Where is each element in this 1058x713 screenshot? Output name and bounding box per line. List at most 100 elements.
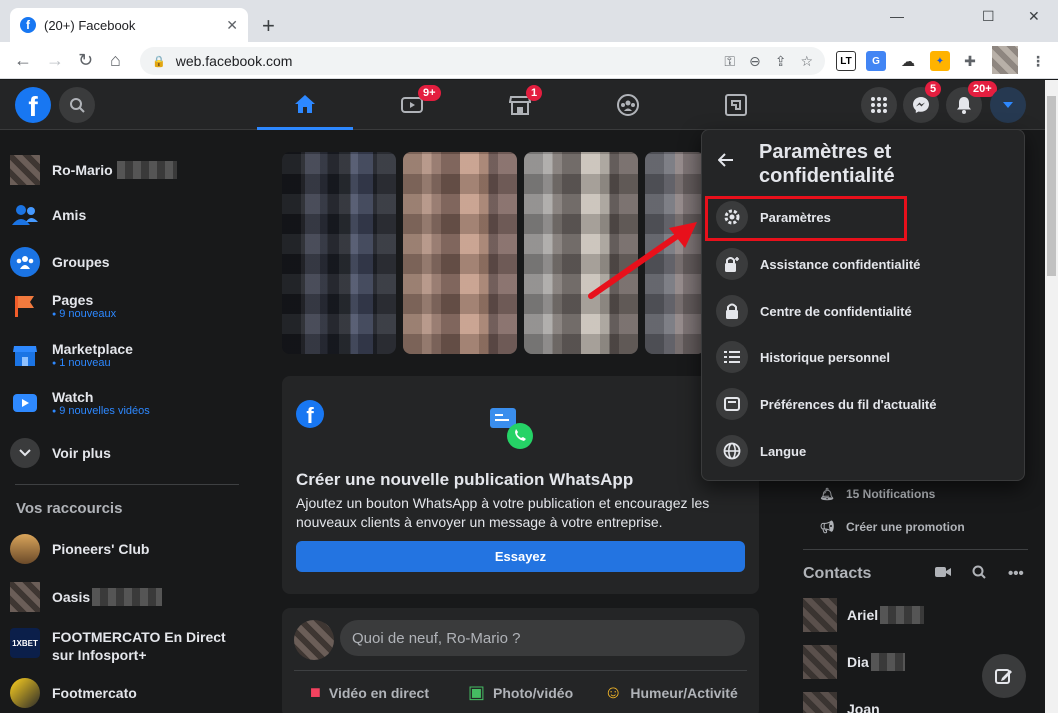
video-call-icon[interactable] (935, 565, 951, 582)
address-bar[interactable]: 🔒 web.facebook.com ⚿ ⊖ ⇪ ☆ (140, 47, 825, 75)
gaming-tab[interactable] (688, 80, 784, 130)
menu-label-privacy-checkup: Assistance confidentialité (760, 256, 921, 272)
maximize-button[interactable]: ☐ (982, 8, 995, 25)
sidebar-divider (15, 484, 239, 485)
avatar (803, 692, 837, 713)
colorful-extension-icon[interactable]: ✦ (930, 51, 950, 71)
avatar (10, 155, 40, 185)
facebook-logo-icon[interactable]: f (15, 87, 51, 123)
zoom-icon[interactable]: ⊖ (749, 53, 761, 70)
marketplace-tab[interactable]: 1 (472, 80, 568, 130)
menu-item-language[interactable]: Langue (716, 431, 1012, 471)
back-arrow-icon[interactable]: ← (14, 50, 32, 71)
menu-grid-icon[interactable] (861, 87, 897, 123)
photo-video-button[interactable]: ▣ Photo/vidéo (468, 682, 573, 703)
menu-item-feed-preferences[interactable]: Préférences du fil d'actualité (716, 384, 1012, 424)
menu-label-language: Langue (760, 443, 807, 459)
sidebar-sub-watch: 9 nouvelles vidéos (52, 405, 150, 417)
star-icon[interactable]: ☆ (800, 53, 813, 70)
lock-plus-icon (716, 248, 748, 280)
menu-label-privacy-center: Centre de confidentialité (760, 303, 912, 319)
messenger-icon[interactable]: 5 (903, 81, 942, 123)
sidebar-item-friends[interactable]: Amis (10, 200, 245, 230)
tab-close-icon[interactable]: ✕ (226, 17, 238, 34)
contact-item[interactable]: Dia (803, 645, 905, 679)
shortcut-item[interactable]: Oasis (10, 582, 245, 612)
facebook-logo-icon: f (296, 400, 324, 428)
notifications-count-label: 15 Notifications (846, 487, 936, 501)
shortcut-label: Footmercato (52, 685, 137, 701)
cloud-extension-icon[interactable]: ☁ (898, 51, 918, 71)
watch-tab[interactable]: 9+ (364, 80, 460, 130)
lock-icon (716, 295, 748, 327)
avatar (10, 678, 40, 708)
more-options-icon[interactable]: ••• (1008, 565, 1024, 582)
story-card[interactable] (403, 152, 517, 354)
new-message-edit-icon[interactable] (982, 654, 1026, 698)
story-card[interactable] (282, 152, 396, 354)
shortcut-label: FOOTMERCATO En Direct sur Infosport+ (52, 629, 226, 663)
sidebar-item-pages[interactable]: Pages 9 nouveaux (10, 291, 245, 321)
share-icon[interactable]: ⇪ (775, 53, 787, 70)
home-icon[interactable]: ⌂ (110, 50, 121, 71)
search-contacts-icon[interactable] (972, 565, 986, 583)
marketplace-badge: 1 (526, 85, 543, 101)
account-dropdown-icon[interactable] (990, 87, 1026, 123)
1xbet-logo-icon: 1XBET (10, 628, 40, 658)
try-button[interactable]: Essayez (296, 541, 745, 572)
watch-play-icon (10, 388, 40, 418)
tab-title: (20+) Facebook (44, 17, 136, 33)
languagetool-extension-icon[interactable]: LT (836, 51, 856, 71)
back-arrow-icon[interactable] (717, 150, 734, 173)
create-promotion-link[interactable]: 📢︎ Créer une promotion (818, 520, 964, 534)
notifications-link[interactable]: 🔔︎ 15 Notifications (818, 487, 935, 501)
puzzle-extensions-icon[interactable]: ✚ (960, 51, 980, 71)
photo-icon: ▣ (468, 682, 486, 702)
live-video-icon: ■ (310, 682, 321, 702)
avatar (10, 582, 40, 612)
sidebar-item-see-more[interactable]: Voir plus (10, 438, 245, 468)
reload-icon[interactable]: ↻ (78, 50, 93, 71)
watch-badge: 9+ (418, 85, 441, 101)
browser-tab-strip: f (20+) Facebook ✕ + — ☐ ✕ (0, 0, 1058, 42)
whats-on-your-mind-input[interactable]: Quoi de neuf, Ro-Mario ? (340, 620, 745, 656)
search-icon[interactable] (59, 87, 95, 123)
browser-menu-icon[interactable]: ⋮ (1028, 51, 1048, 71)
shortcut-item[interactable]: Footmercato (10, 678, 245, 708)
minimize-button[interactable]: — (890, 8, 904, 24)
translate-extension-icon[interactable]: G (866, 51, 886, 71)
live-video-button[interactable]: ■ Vidéo en direct (310, 682, 429, 703)
shortcut-label: Oasis (52, 589, 91, 605)
close-window-button[interactable]: ✕ (1028, 8, 1040, 25)
feeling-activity-button[interactable]: ☺ Humeur/Activité (604, 682, 738, 703)
sidebar-item-marketplace[interactable]: Marketplace 1 nouveau (10, 340, 245, 370)
groups-tab[interactable] (580, 80, 676, 130)
smiley-icon: ☺ (604, 682, 623, 702)
sidebar-item-profile[interactable]: Ro-Mario (10, 155, 245, 185)
home-tab[interactable] (257, 80, 353, 130)
sidebar-label-see-more: Voir plus (52, 445, 111, 461)
sidebar-label-marketplace: Marketplace (52, 341, 133, 357)
shortcut-item[interactable]: 1XBET FOOTMERCATO En Direct sur Infospor… (10, 628, 245, 664)
sidebar-item-groups[interactable]: Groupes (10, 247, 245, 277)
avatar (803, 598, 837, 632)
shortcut-item[interactable]: Pioneers' Club (10, 534, 245, 564)
menu-item-activity-log[interactable]: Historique personnel (716, 337, 1012, 377)
scrollbar-thumb[interactable] (1047, 96, 1056, 276)
menu-item-privacy-center[interactable]: Centre de confidentialité (716, 291, 1012, 331)
sidebar-item-watch[interactable]: Watch 9 nouvelles vidéos (10, 388, 245, 418)
browser-profile-avatar[interactable] (992, 46, 1018, 74)
notifications-bell-icon[interactable]: 20+ (946, 81, 997, 123)
menu-title: Paramètres et confidentialité (759, 141, 895, 187)
key-icon[interactable]: ⚿ (724, 53, 735, 70)
forward-arrow-icon[interactable]: → (46, 50, 64, 71)
browser-tab[interactable]: f (20+) Facebook ✕ (10, 8, 248, 42)
contact-name: Dia (847, 654, 869, 670)
new-tab-button[interactable]: + (262, 13, 275, 39)
contact-item[interactable]: Joan (803, 692, 880, 713)
page-scrollbar[interactable] (1045, 80, 1058, 713)
contacts-divider (803, 549, 1028, 550)
menu-item-privacy-checkup[interactable]: Assistance confidentialité (716, 244, 1012, 284)
contact-item[interactable]: Ariel (803, 598, 925, 632)
url-text: web.facebook.com (175, 53, 293, 69)
